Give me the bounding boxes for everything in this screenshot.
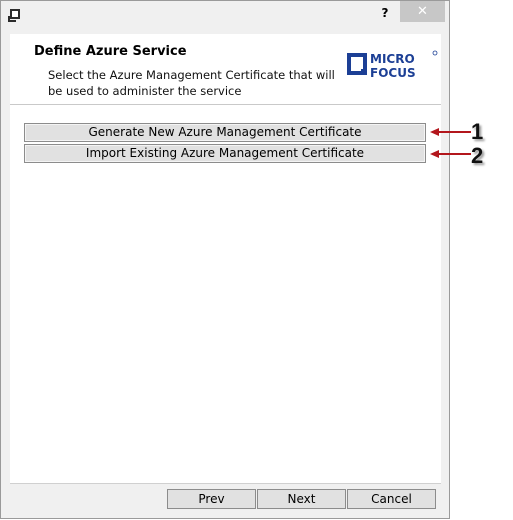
wizard-header: Define Azure Service Select the Azure Ma… [10,34,441,104]
dialog-window: ? ✕ Define Azure Service Select the Azur… [0,0,450,519]
callout-2-number: 2 [471,143,484,168]
help-button[interactable]: ? [373,3,397,23]
cancel-button[interactable]: Cancel [347,489,436,509]
title-bar: ? ✕ [1,1,449,29]
callout-1-number: 1 [471,119,484,144]
wizard-content: Generate New Azure Management Certificat… [10,105,441,483]
page-description: Select the Azure Management Certificate … [48,68,335,98]
callout-2-arrow [437,153,471,155]
wizard-footer: Prev Next Cancel [10,483,441,514]
page-title: Define Azure Service [34,44,187,59]
next-button[interactable]: Next [257,489,346,509]
generate-certificate-button[interactable]: Generate New Azure Management Certificat… [24,123,426,142]
logo-text-line2: FOCUS [370,66,416,79]
app-window-icon [8,9,20,22]
import-certificate-button[interactable]: Import Existing Azure Management Certifi… [24,144,426,163]
logo-text-line1: MICRO [370,52,415,66]
callout-1-arrow [437,131,471,133]
close-button[interactable]: ✕ [400,1,445,22]
micro-focus-logo: MICRO FOCUS [347,50,438,79]
prev-button[interactable]: Prev [167,489,256,509]
